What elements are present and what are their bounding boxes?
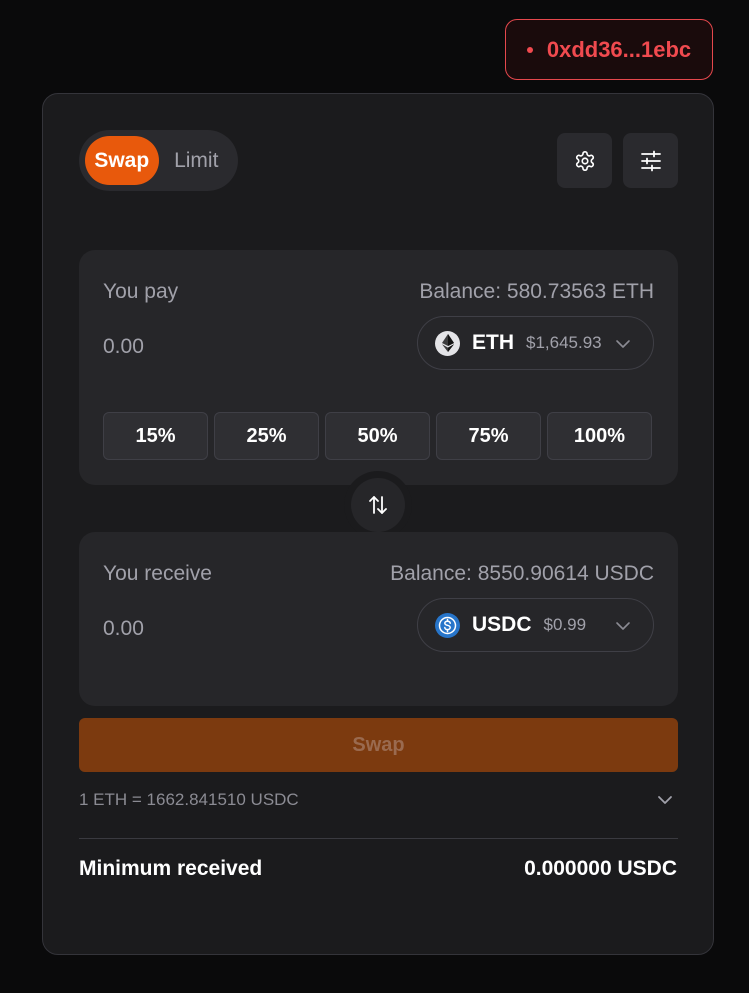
swap-submit-button[interactable]: Swap — [79, 718, 678, 772]
chevron-down-icon[interactable] — [655, 790, 675, 810]
swap-card: Swap Limit You pay Balance: 580.73563 ET… — [42, 93, 714, 955]
percent-15-button[interactable]: 15% — [103, 412, 208, 460]
pay-token-select[interactable]: ETH $1,645.93 — [417, 316, 654, 370]
mode-toggle: Swap Limit — [79, 130, 238, 191]
percent-75-button[interactable]: 75% — [436, 412, 541, 460]
pay-label: You pay — [103, 280, 179, 303]
exchange-rate: 1 ETH = 1662.841510 USDC — [79, 790, 299, 809]
receive-token-symbol: USDC — [472, 613, 532, 636]
pay-amount-input[interactable] — [103, 332, 353, 362]
status-dot — [526, 46, 533, 53]
filters-button[interactable] — [623, 133, 678, 188]
usdc-icon — [435, 612, 460, 638]
receive-amount-input[interactable] — [103, 614, 353, 644]
wallet-button[interactable]: 0xdd36...1ebc — [505, 19, 713, 80]
tab-limit[interactable]: Limit — [161, 136, 233, 185]
pay-panel: You pay Balance: 580.73563 ETH ETH $1,64… — [79, 250, 678, 485]
sliders-icon — [640, 150, 661, 171]
receive-panel: You receive Balance: 8550.90614 USDC USD… — [79, 532, 678, 706]
flip-tokens-button[interactable] — [351, 478, 405, 532]
receive-balance: Balance: 8550.90614 USDC — [390, 562, 654, 585]
percent-50-button[interactable]: 50% — [325, 412, 430, 460]
divider — [79, 838, 678, 839]
pay-token-symbol: ETH — [472, 331, 514, 354]
receive-token-select[interactable]: USDC $0.99 — [417, 598, 654, 652]
minimum-received-value: 0.000000 USDC — [524, 857, 677, 880]
chevron-down-icon — [616, 622, 630, 630]
swap-page: 0xdd36...1ebc Swap Limit You pay Balance… — [0, 0, 749, 993]
percent-25-button[interactable]: 25% — [214, 412, 319, 460]
wallet-address: 0xdd36...1ebc — [546, 36, 692, 62]
minimum-received-label: Minimum received — [79, 857, 263, 880]
pay-token-price: $1,645.93 — [526, 333, 602, 352]
ethereum-icon — [435, 330, 460, 356]
receive-label: You receive — [103, 562, 212, 585]
flip-ring — [344, 471, 412, 539]
chevron-down-icon — [616, 340, 630, 348]
percent-buttons: 15% 25% 50% 75% 100% — [103, 412, 652, 460]
pay-balance: Balance: 580.73563 ETH — [419, 280, 654, 303]
tab-swap[interactable]: Swap — [85, 136, 159, 185]
swap-arrows-icon — [369, 496, 387, 514]
gear-icon — [575, 150, 594, 171]
settings-button[interactable] — [557, 133, 612, 188]
percent-100-button[interactable]: 100% — [547, 412, 652, 460]
receive-token-price: $0.99 — [543, 615, 587, 634]
